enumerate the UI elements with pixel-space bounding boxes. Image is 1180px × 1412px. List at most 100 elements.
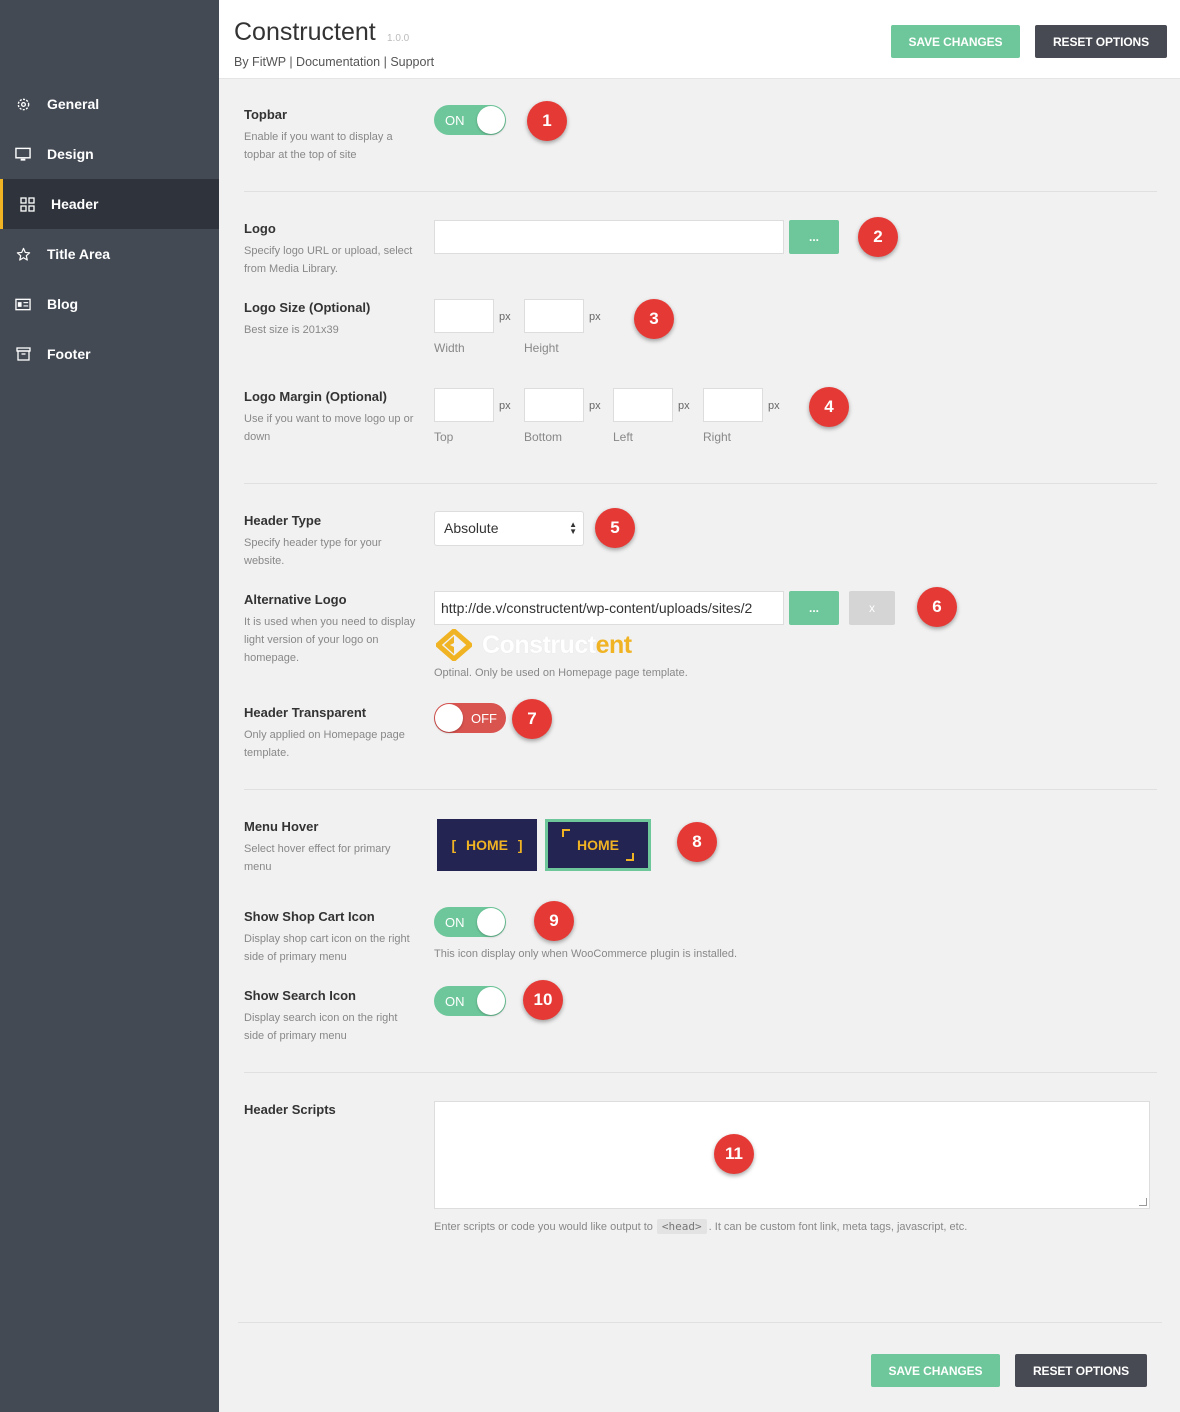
topbar-toggle[interactable]: ON	[434, 105, 506, 135]
alt-logo-clear-button[interactable]: x	[849, 591, 895, 625]
alt-logo-browse-button[interactable]: ...	[789, 591, 839, 625]
logo-desc: Specify logo URL or upload, select from …	[244, 245, 413, 275]
toggle-state: ON	[445, 915, 465, 930]
sidebar-item-title-area[interactable]: Title Area	[0, 229, 219, 279]
sidebar-item-general[interactable]: General	[0, 79, 219, 129]
sidebar-item-footer[interactable]: Footer	[0, 329, 219, 379]
callout-badge: 8	[677, 822, 717, 862]
resize-handle-icon[interactable]	[1139, 1198, 1147, 1206]
unit-label: px	[678, 400, 690, 412]
sidebar-item-label: Title Area	[47, 246, 111, 262]
callout-badge: 11	[714, 1134, 754, 1174]
toggle-knob	[477, 106, 505, 134]
header-scripts-label: Header Scripts	[244, 1102, 336, 1117]
margin-right-input[interactable]	[703, 388, 763, 422]
section-divider	[244, 483, 1157, 484]
header-transparent-toggle[interactable]: OFF	[434, 703, 506, 733]
logo-width-input[interactable]	[434, 299, 494, 333]
logo-text-accent: ent	[595, 630, 633, 659]
logo-text-light: Construct	[482, 630, 596, 659]
logo-margin-desc: Use if you want to move logo up or down	[244, 413, 414, 443]
logo-size-label: Logo Size (Optional)	[244, 300, 371, 315]
menu-hover-option-label: HOME	[577, 837, 619, 853]
callout-badge: 1	[527, 101, 567, 141]
shop-cart-toggle[interactable]: ON	[434, 907, 506, 937]
margin-bottom-input[interactable]	[524, 388, 584, 422]
menu-hover-label: Menu Hover	[244, 819, 319, 834]
head-tag-code: <head>	[656, 1219, 707, 1234]
alt-logo-hint: Optinal. Only be used on Homepage page t…	[434, 667, 688, 679]
blog-icon	[15, 296, 31, 312]
section-divider	[244, 1072, 1157, 1073]
margin-top-input[interactable]	[434, 388, 494, 422]
page-title: Constructent	[234, 18, 376, 46]
section-divider	[244, 789, 1157, 790]
alt-logo-url-input[interactable]: http://de.v/constructent/wp-content/uplo…	[434, 591, 784, 625]
callout-badge: 10	[523, 980, 563, 1020]
unit-label: px	[589, 400, 601, 412]
menu-hover-option-label: [ HOME ]	[451, 837, 523, 853]
header-type-desc: Specify header type for your website.	[244, 537, 382, 567]
reset-button-top[interactable]: RESET OPTIONS	[1035, 25, 1167, 58]
bottom-label: Bottom	[524, 430, 563, 444]
archive-icon	[15, 346, 31, 362]
constructent-logo-icon	[436, 629, 472, 661]
save-button-top[interactable]: SAVE CHANGES	[891, 25, 1020, 58]
sidebar-item-design[interactable]: Design	[0, 129, 219, 179]
callout-badge: 6	[917, 587, 957, 627]
height-label: Height	[524, 341, 559, 355]
toggle-state: ON	[445, 113, 465, 128]
header-scripts-textarea[interactable]	[434, 1101, 1150, 1209]
sidebar-item-header[interactable]: Header	[0, 179, 219, 229]
sidebar-item-blog[interactable]: Blog	[0, 279, 219, 329]
sidebar: General Design Header Title Area Blog Fo…	[0, 0, 219, 1412]
toggle-knob	[477, 908, 505, 936]
sidebar-item-label: General	[47, 96, 100, 112]
left-label: Left	[613, 430, 634, 444]
grid-icon	[19, 196, 35, 212]
search-icon-label: Show Search Icon	[244, 988, 356, 1003]
menu-hover-option-corners[interactable]: HOME	[545, 819, 651, 871]
unit-label: px	[768, 400, 780, 412]
logo-browse-button[interactable]: ...	[789, 220, 839, 254]
margin-left-input[interactable]	[613, 388, 673, 422]
gear-icon	[15, 96, 31, 112]
menu-hover-desc: Select hover effect for primary menu	[244, 843, 391, 873]
width-label: Width	[434, 341, 465, 355]
callout-badge: 5	[595, 508, 635, 548]
alt-logo-preview: Construct ent	[436, 629, 632, 661]
header-type-select[interactable]: Absolute ▲ ▼	[434, 511, 584, 546]
logo-url-input[interactable]	[434, 220, 784, 254]
callout-badge: 4	[809, 387, 849, 427]
shop-cart-desc: Display shop cart icon on the right side…	[244, 933, 410, 963]
unit-label: px	[499, 311, 511, 323]
reset-button-bottom[interactable]: RESET OPTIONS	[1015, 1354, 1147, 1387]
toggle-knob	[435, 704, 463, 732]
search-icon-desc: Display search icon on the right side of…	[244, 1012, 398, 1042]
section-divider	[244, 191, 1157, 192]
callout-badge: 2	[858, 217, 898, 257]
header-links[interactable]: By FitWP | Documentation | Support	[234, 55, 434, 69]
version-label: 1.0.0	[387, 33, 410, 44]
save-button-bottom[interactable]: SAVE CHANGES	[871, 1354, 1000, 1387]
topbar-desc: Enable if you want to display a topbar a…	[244, 131, 393, 161]
menu-hover-option-brackets[interactable]: [ HOME ]	[437, 819, 537, 871]
corner-top-left	[562, 829, 570, 837]
header-transparent-desc: Only applied on Homepage page template.	[244, 729, 405, 759]
header-transparent-label: Header Transparent	[244, 705, 367, 720]
hint-text: Enter scripts or code you would like out…	[434, 1220, 653, 1233]
hint-text: . It can be custom font link, meta tags,…	[708, 1220, 968, 1233]
search-icon-toggle[interactable]: ON	[434, 986, 506, 1016]
callout-badge: 9	[534, 901, 574, 941]
header-type-value: Absolute	[444, 520, 499, 536]
right-label: Right	[703, 430, 732, 444]
callout-badge: 7	[512, 699, 552, 739]
logo-label: Logo	[244, 221, 276, 236]
header-type-label: Header Type	[244, 513, 322, 528]
select-arrows-icon: ▲ ▼	[569, 520, 577, 536]
sidebar-item-label: Blog	[47, 296, 79, 312]
toggle-state: OFF	[471, 711, 497, 726]
logo-height-input[interactable]	[524, 299, 584, 333]
logo-margin-label: Logo Margin (Optional)	[244, 389, 387, 404]
toggle-state: ON	[445, 994, 465, 1009]
